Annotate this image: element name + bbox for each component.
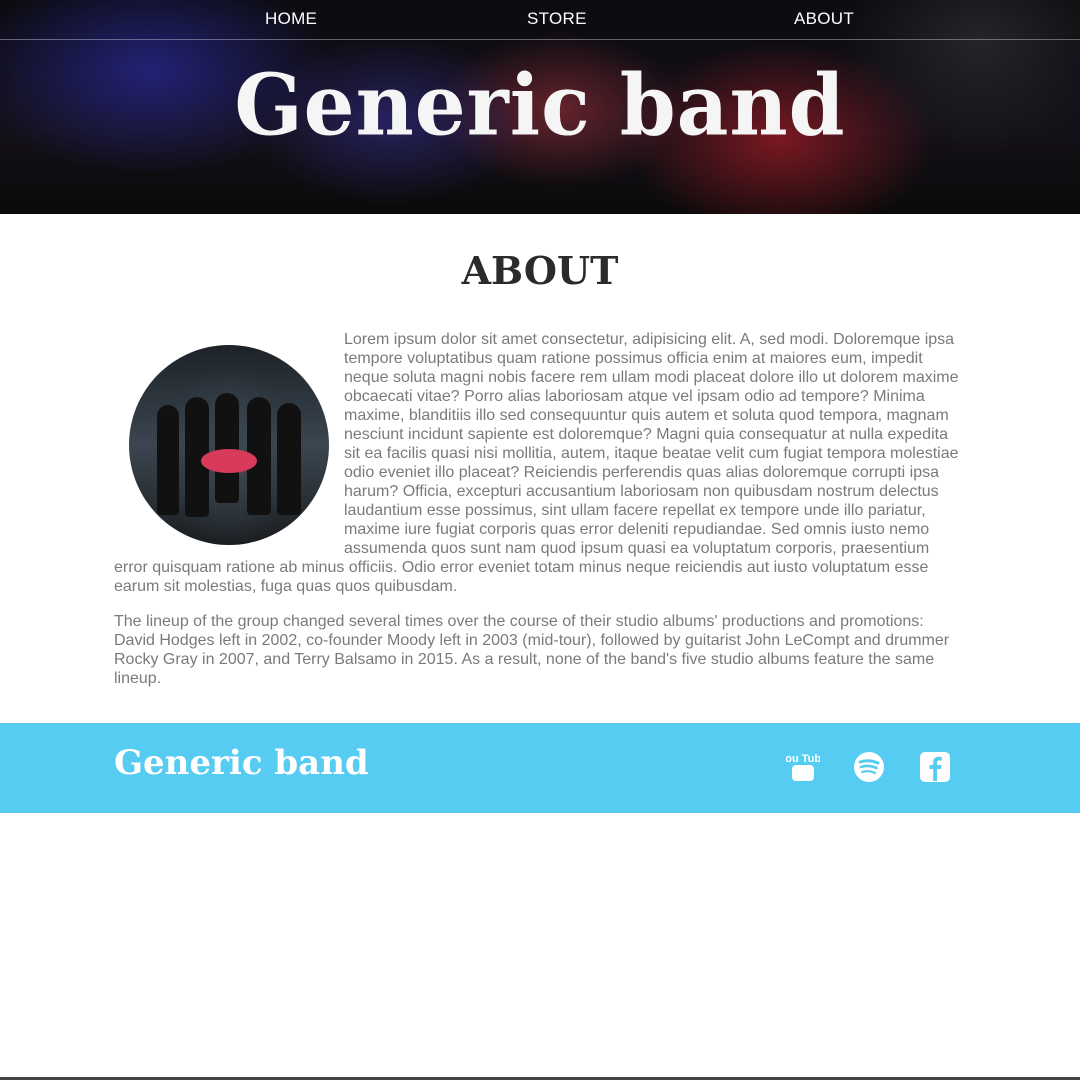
about-heading: ABOUT	[461, 248, 619, 293]
footer: Generic band You Tube	[0, 723, 1080, 813]
nav-home-link[interactable]: HOME	[265, 9, 317, 29]
footer-title: Generic band	[114, 743, 369, 783]
nav-store-link[interactable]: STORE	[527, 9, 587, 29]
svg-text:You Tube: You Tube	[786, 753, 820, 765]
facebook-icon[interactable]	[918, 750, 952, 784]
youtube-icon[interactable]: You Tube	[779, 750, 827, 784]
nav-about-link[interactable]: ABOUT	[794, 9, 854, 29]
hero-banner: HOME STORE ABOUT Generic band	[0, 0, 1080, 214]
spotify-icon[interactable]	[852, 750, 886, 784]
hero-title: Generic band	[234, 55, 846, 155]
band-photo	[129, 345, 329, 545]
about-paragraph-2: The lineup of the group changed several …	[114, 613, 950, 687]
about-content: Lorem ipsum dolor sit amet consectetur, …	[114, 330, 966, 704]
top-nav: HOME STORE ABOUT	[0, 0, 1080, 40]
